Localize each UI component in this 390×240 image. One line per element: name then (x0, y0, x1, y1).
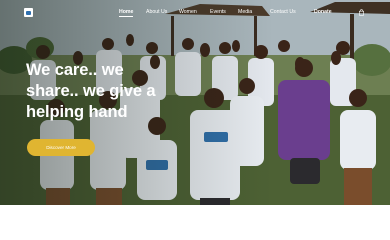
logo-mark (26, 10, 31, 15)
nav-home[interactable]: Home (119, 9, 134, 17)
logo-icon[interactable] (24, 8, 33, 17)
nav-media[interactable]: Media (238, 9, 252, 15)
top-navbar: Home About Us Women Events Media Contact… (0, 0, 390, 26)
hero-headline: We care.. we share.. we give a helping h… (26, 61, 156, 121)
nav-contact-us[interactable]: Contact Us (270, 9, 296, 15)
nav-donate[interactable]: Donate (314, 9, 332, 15)
shopping-bag-icon[interactable] (358, 9, 365, 16)
nav-about-us[interactable]: About Us (146, 9, 167, 15)
nav-active-underline (119, 16, 134, 17)
nav-women[interactable]: Women (179, 9, 197, 15)
discover-more-button[interactable]: Discover More (27, 139, 95, 156)
nav-events[interactable]: Events (210, 9, 226, 15)
